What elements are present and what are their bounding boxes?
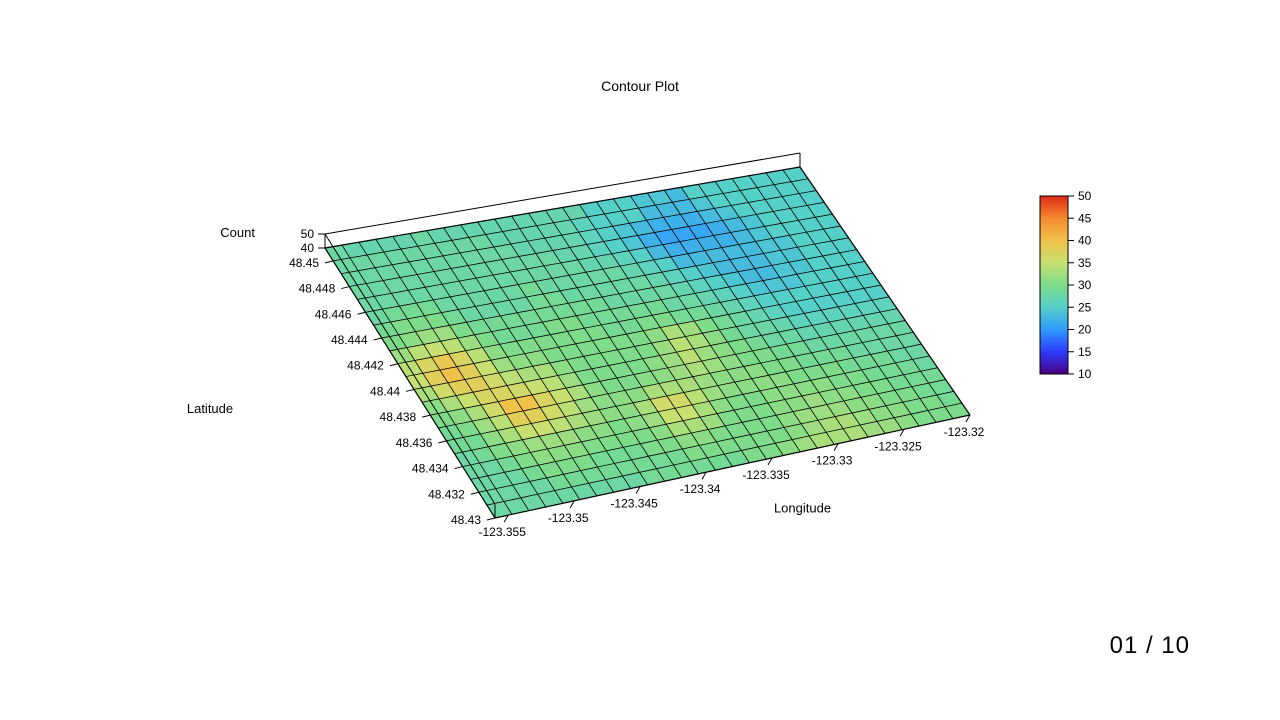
svg-text:-123.35: -123.35 xyxy=(548,511,589,525)
svg-text:45: 45 xyxy=(1078,211,1092,225)
svg-text:10: 10 xyxy=(1078,367,1092,381)
svg-text:-123.32: -123.32 xyxy=(944,425,985,439)
svg-text:48.446: 48.446 xyxy=(315,307,352,321)
svg-text:30: 30 xyxy=(1078,278,1092,292)
svg-text:20: 20 xyxy=(1078,323,1092,337)
page-counter: 01 / 10 xyxy=(1110,632,1190,660)
svg-text:Count: Count xyxy=(220,225,255,240)
svg-text:-123.325: -123.325 xyxy=(874,439,922,453)
svg-text:40: 40 xyxy=(301,241,315,255)
svg-text:48.442: 48.442 xyxy=(347,359,384,373)
colorbar: 10 15 20 25 30 35 40 45 50 xyxy=(1040,189,1092,381)
svg-text:-123.33: -123.33 xyxy=(812,454,853,468)
svg-text:-123.335: -123.335 xyxy=(742,468,790,482)
svg-text:35: 35 xyxy=(1078,256,1092,270)
svg-text:48.448: 48.448 xyxy=(299,282,336,296)
svg-text:48.438: 48.438 xyxy=(380,410,417,424)
svg-text:40: 40 xyxy=(1078,234,1092,248)
svg-text:48.43: 48.43 xyxy=(451,513,481,527)
svg-text:25: 25 xyxy=(1078,300,1092,314)
svg-text:Latitude: Latitude xyxy=(187,401,233,416)
svg-text:48.444: 48.444 xyxy=(331,333,368,347)
contour-plot: -123.355 -123.35 -123.345 -123.34 -123.335 -1… xyxy=(0,0,1280,720)
svg-text:48.436: 48.436 xyxy=(396,436,433,450)
svg-text:-123.355: -123.355 xyxy=(479,525,527,539)
svg-text:48.45: 48.45 xyxy=(289,256,319,270)
svg-text:50: 50 xyxy=(1078,189,1092,203)
svg-text:50: 50 xyxy=(301,227,315,241)
svg-text:-123.34: -123.34 xyxy=(680,482,721,496)
svg-text:15: 15 xyxy=(1078,345,1092,359)
svg-text:48.44: 48.44 xyxy=(370,384,400,398)
svg-text:48.432: 48.432 xyxy=(428,487,465,501)
svg-text:48.434: 48.434 xyxy=(412,462,449,476)
svg-text:-123.345: -123.345 xyxy=(610,497,658,511)
svg-text:Longitude: Longitude xyxy=(774,501,831,516)
